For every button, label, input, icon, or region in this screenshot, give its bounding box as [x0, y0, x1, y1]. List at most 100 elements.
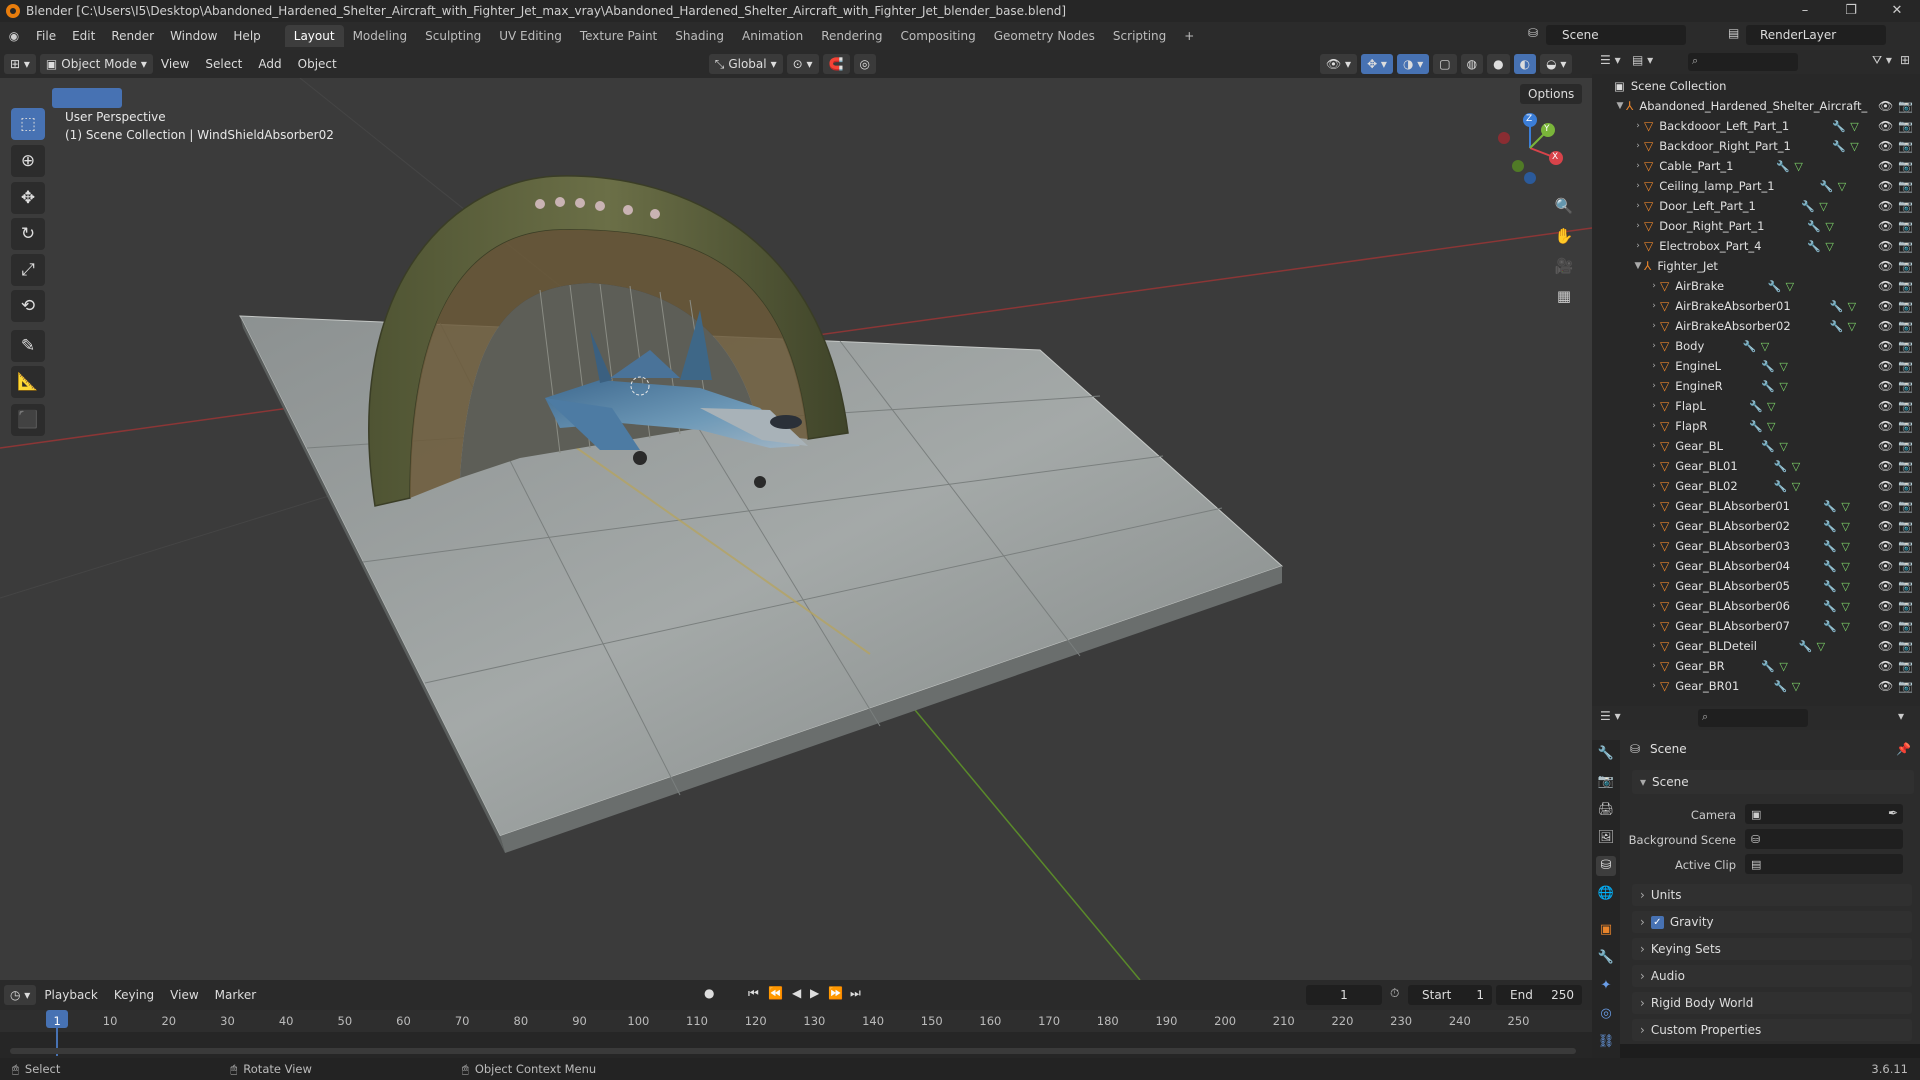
- mesh-data-icon[interactable]: ▽: [1848, 320, 1856, 333]
- collapse-chevron-icon[interactable]: ›: [1648, 361, 1660, 371]
- blender-menu-icon[interactable]: ◉: [0, 29, 28, 43]
- collapse-chevron-icon[interactable]: ›: [1648, 281, 1660, 291]
- modifier-icon[interactable]: 🔧: [1761, 660, 1775, 673]
- add-workspace-button[interactable]: +: [1175, 25, 1203, 47]
- menu-file[interactable]: File: [28, 29, 64, 43]
- visibility-eye-icon[interactable]: 👁: [1878, 539, 1893, 553]
- render-camera-icon[interactable]: 📷: [1898, 399, 1913, 413]
- outliner-item[interactable]: › ▽ Gear_BLDeteil 🔧 ▽ 👁 📷: [1592, 636, 1920, 656]
- visibility-eye-icon[interactable]: 👁: [1878, 419, 1893, 433]
- custom-properties-panel[interactable]: › Custom Properties: [1632, 1019, 1912, 1041]
- render-camera-icon[interactable]: 📷: [1898, 279, 1913, 293]
- keying-sets-panel[interactable]: › Keying Sets: [1632, 938, 1912, 960]
- annotate-tool-icon[interactable]: ✎: [11, 330, 45, 362]
- render-camera-icon[interactable]: 📷: [1898, 259, 1913, 273]
- menu-keying[interactable]: Keying: [106, 988, 162, 1002]
- mesh-data-icon[interactable]: ▽: [1792, 480, 1800, 493]
- outliner-item[interactable]: › ▽ Gear_BL 🔧 ▽ 👁 📷: [1592, 436, 1920, 456]
- mesh-data-icon[interactable]: ▽: [1779, 380, 1787, 393]
- collapse-chevron-icon[interactable]: ›: [1648, 501, 1660, 511]
- modifier-icon[interactable]: 🔧: [1768, 280, 1782, 293]
- mesh-data-icon[interactable]: ▽: [1841, 560, 1849, 573]
- mesh-data-icon[interactable]: ▽: [1767, 400, 1775, 413]
- modifier-icon[interactable]: 🔧: [1743, 340, 1757, 353]
- modifier-icon[interactable]: 🔧: [1774, 680, 1788, 693]
- record-icon[interactable]: ●: [704, 986, 714, 1000]
- timeline-scrollbar[interactable]: [10, 1048, 1576, 1054]
- modifier-icon[interactable]: 🔧: [1823, 520, 1837, 533]
- outliner-item[interactable]: › ▽ EngineR 🔧 ▽ 👁 📷: [1592, 376, 1920, 396]
- zoom-view-icon[interactable]: 🔍: [1552, 194, 1576, 218]
- material-shading-icon[interactable]: ◐: [1513, 54, 1537, 74]
- active-clip-field[interactable]: ▤: [1745, 854, 1903, 874]
- expand-chevron-icon[interactable]: ▼: [1614, 101, 1626, 111]
- options-button[interactable]: Options: [1520, 84, 1583, 104]
- render-camera-icon[interactable]: 📷: [1898, 539, 1913, 553]
- end-frame-field[interactable]: End 250: [1496, 985, 1582, 1005]
- render-camera-icon[interactable]: 📷: [1898, 559, 1913, 573]
- render-camera-icon[interactable]: 📷: [1898, 319, 1913, 333]
- modifier-icon[interactable]: 🔧: [1832, 140, 1846, 153]
- filter-icon[interactable]: ⛛ ▾: [1872, 53, 1892, 68]
- outliner-item[interactable]: › ▽ Gear_BLAbsorber02 🔧 ▽ 👁 📷: [1592, 516, 1920, 536]
- output-tab-icon[interactable]: 🖨: [1596, 800, 1616, 820]
- expand-chevron-icon[interactable]: ▼: [1632, 261, 1644, 271]
- outliner-item[interactable]: › ▽ Gear_BLAbsorber03 🔧 ▽ 👁 📷: [1592, 536, 1920, 556]
- menu-window[interactable]: Window: [162, 29, 225, 43]
- render-camera-icon[interactable]: 📷: [1898, 359, 1913, 373]
- modifier-icon[interactable]: 🔧: [1801, 200, 1815, 213]
- menu-object[interactable]: Object: [290, 57, 345, 71]
- mesh-data-icon[interactable]: ▽: [1848, 300, 1856, 313]
- gravity-panel[interactable]: › ✓ Gravity: [1632, 911, 1912, 933]
- outliner-item[interactable]: › ▽ AirBrakeAbsorber02 🔧 ▽ 👁 📷: [1592, 316, 1920, 336]
- menu-view[interactable]: View: [153, 57, 197, 71]
- audio-panel[interactable]: › Audio: [1632, 965, 1912, 987]
- background-scene-field[interactable]: ⛁: [1745, 829, 1903, 849]
- modifier-icon[interactable]: 🔧: [1823, 600, 1837, 613]
- menu-timeline-view[interactable]: View: [162, 988, 206, 1002]
- tab-scripting[interactable]: Scripting: [1104, 25, 1175, 47]
- collapse-chevron-icon[interactable]: ›: [1648, 321, 1660, 331]
- properties-search-input[interactable]: [1698, 709, 1808, 727]
- scene-tab-icon[interactable]: ⛁: [1596, 856, 1616, 876]
- modifier-icon[interactable]: 🔧: [1761, 380, 1775, 393]
- mesh-data-icon[interactable]: ▽: [1779, 660, 1787, 673]
- collapse-chevron-icon[interactable]: ›: [1632, 141, 1644, 151]
- scale-tool-icon[interactable]: ⤢: [11, 254, 45, 286]
- jump-keyframe-forward-icon[interactable]: ⏩: [828, 986, 843, 1000]
- mode-selector[interactable]: ▣ Object Mode ▾: [39, 54, 153, 74]
- tab-layout[interactable]: Layout: [284, 25, 344, 47]
- collapse-chevron-icon[interactable]: ›: [1648, 421, 1660, 431]
- mesh-data-icon[interactable]: ▽: [1792, 680, 1800, 693]
- xray-toggle-icon[interactable]: ▢: [1433, 54, 1457, 74]
- modifier-icon[interactable]: 🔧: [1776, 160, 1790, 173]
- render-camera-icon[interactable]: 📷: [1898, 439, 1913, 453]
- clock-icon[interactable]: ⏱: [1390, 986, 1399, 1001]
- outliner-item[interactable]: › ▽ Gear_BLAbsorber05 🔧 ▽ 👁 📷: [1592, 576, 1920, 596]
- visibility-eye-icon[interactable]: 👁: [1878, 399, 1893, 413]
- visibility-eye-icon[interactable]: 👁: [1878, 199, 1893, 213]
- visibility-eye-icon[interactable]: 👁: [1878, 259, 1893, 273]
- jump-keyframe-back-icon[interactable]: ⏪: [768, 986, 783, 1000]
- modifier-icon[interactable]: 🔧: [1807, 220, 1821, 233]
- outliner-editor-type-icon[interactable]: ☰ ▾: [1600, 53, 1621, 67]
- collapse-chevron-icon[interactable]: ›: [1648, 681, 1660, 691]
- mesh-data-icon[interactable]: ▽: [1825, 220, 1833, 233]
- modifier-icon[interactable]: 🔧: [1823, 540, 1837, 553]
- outliner-item[interactable]: › ▽ Electrobox_Part_4 🔧 ▽ 👁 📷: [1592, 236, 1920, 256]
- view-layer-tab-icon[interactable]: 🖼: [1596, 828, 1616, 848]
- move-tool-icon[interactable]: ✥: [11, 182, 45, 214]
- modifier-icon[interactable]: 🔧: [1823, 580, 1837, 593]
- modifier-icon[interactable]: 🔧: [1761, 440, 1775, 453]
- modifier-icon[interactable]: 🔧: [1823, 500, 1837, 513]
- visibility-eye-icon[interactable]: 👁: [1878, 99, 1893, 113]
- outliner-item[interactable]: › ▽ Gear_BL01 🔧 ▽ 👁 📷: [1592, 456, 1920, 476]
- modifier-icon[interactable]: 🔧: [1832, 120, 1846, 133]
- render-camera-icon[interactable]: 📷: [1898, 379, 1913, 393]
- render-camera-icon[interactable]: 📷: [1898, 599, 1913, 613]
- restore-button[interactable]: ❐: [1828, 0, 1874, 22]
- particles-tab-icon[interactable]: ✦: [1596, 976, 1616, 996]
- modifier-icon[interactable]: 🔧: [1774, 460, 1788, 473]
- mesh-data-icon[interactable]: ▽: [1850, 120, 1858, 133]
- mesh-data-icon[interactable]: ▽: [1841, 500, 1849, 513]
